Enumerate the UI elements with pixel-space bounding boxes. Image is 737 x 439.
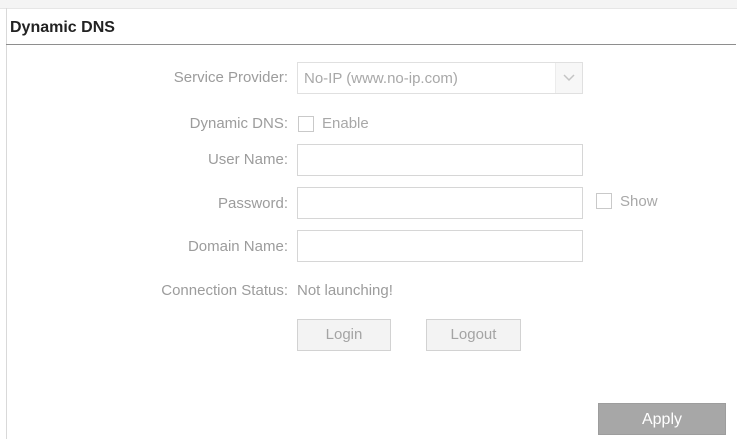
password-input[interactable] [297, 187, 583, 219]
domain-name-input[interactable] [297, 230, 583, 262]
service-provider-label: Service Provider: [173, 69, 288, 86]
show-password-checkbox[interactable] [596, 193, 612, 209]
chevron-down-icon[interactable] [555, 63, 582, 93]
login-button[interactable]: Login [297, 319, 391, 351]
service-provider-value: No-IP (www.no-ip.com) [304, 70, 458, 87]
dynamic-dns-page: Dynamic DNS Service Provider: No-IP (www… [0, 0, 737, 439]
logout-button[interactable]: Logout [426, 319, 521, 351]
enable-checkbox-label: Enable [322, 115, 369, 132]
dynamic-dns-label: Dynamic DNS: [189, 115, 288, 132]
title-divider [6, 44, 736, 45]
connection-status-value: Not launching! [297, 282, 393, 299]
user-name-input[interactable] [297, 144, 583, 176]
domain-name-label: Domain Name: [187, 238, 288, 255]
password-label: Password: [217, 195, 288, 212]
section-title: Dynamic DNS [10, 19, 115, 36]
show-password-label: Show [620, 193, 658, 210]
connection-status-label: Connection Status: [161, 282, 288, 299]
top-border [0, 0, 737, 9]
user-name-label: User Name: [207, 151, 288, 168]
apply-button[interactable]: Apply [598, 403, 726, 435]
service-provider-select[interactable]: No-IP (www.no-ip.com) [297, 62, 583, 94]
left-border [6, 8, 7, 439]
enable-checkbox[interactable] [298, 116, 314, 132]
